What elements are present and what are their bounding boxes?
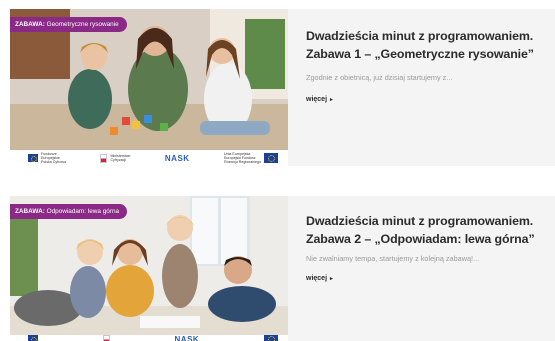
ministry-logo: Ministerstwo Cyfryzacji (100, 153, 130, 163)
eu-logo (263, 335, 278, 341)
post-thumbnail[interactable]: ZABAWA: Geometryczne rysowanie Fundusze … (10, 9, 288, 166)
polish-emblem-icon (102, 335, 110, 341)
read-more-label[interactable]: więcej (306, 275, 327, 282)
tag-text: Geometryczne rysowanie (44, 21, 119, 28)
post-card[interactable]: ZABAWA: Odpowiadam: lewa górna NASK Dwad… (10, 196, 555, 341)
post-content: Dwadzieścia minut z programowaniem. Zaba… (288, 196, 555, 341)
post-thumbnail[interactable]: ZABAWA: Odpowiadam: lewa górna NASK (10, 196, 288, 341)
read-more-link[interactable]: więcej ▸ (306, 96, 333, 103)
funding-logo-bar: NASK (10, 335, 288, 341)
chevron-right-icon: ▸ (330, 275, 333, 282)
eu-logo: Unia Europejska Europejski Fundusz Rozwo… (224, 152, 278, 164)
eu-flag-icon (264, 153, 278, 163)
post-title-line[interactable]: Dwadzieścia minut z programowaniem. (306, 27, 541, 45)
ministry-logo (102, 335, 110, 341)
post-title-line[interactable]: Zabawa 2 – „Odpowiadam: lewa górna” (306, 230, 541, 248)
post-excerpt: Nie zwalniamy tempa, startujemy z kolejn… (306, 254, 480, 263)
post-title-line[interactable]: Dwadzieścia minut z programowaniem. (306, 212, 541, 230)
post-title-line[interactable]: Zabawa 1 – „Geometryczne rysowanie” (306, 45, 541, 63)
tag-prefix: ZABAWA: (15, 208, 45, 215)
eu-funds-logo: Fundusze Europejskie Polska Cyfrowa (28, 152, 66, 164)
logo-text: Cyfryzacji (110, 158, 127, 162)
nask-logo: NASK (174, 335, 200, 341)
post-title[interactable]: Dwadzieścia minut z programowaniem. Zaba… (306, 212, 541, 248)
nask-logo: NASK (164, 153, 190, 163)
eu-funds-logo (28, 335, 38, 341)
chevron-right-icon: ▸ (330, 96, 333, 103)
funding-logo-bar: Fundusze Europejskie Polska Cyfrowa Mini… (10, 150, 288, 166)
post-title[interactable]: Dwadzieścia minut z programowaniem. Zaba… (306, 27, 541, 63)
polish-emblem-icon (100, 153, 108, 163)
logo-text: Rozwoju Regionalnego (224, 160, 261, 164)
post-category-tag: ZABAWA: Geometryczne rysowanie (10, 17, 127, 32)
tag-text: Odpowiadam: lewa górna (44, 208, 120, 215)
eu-flag-icon (263, 335, 278, 341)
post-category-tag: ZABAWA: Odpowiadam: lewa górna (10, 204, 128, 219)
logo-text: Polska Cyfrowa (41, 160, 66, 164)
read-more-label[interactable]: więcej (306, 96, 327, 103)
post-card[interactable]: ZABAWA: Geometryczne rysowanie Fundusze … (10, 9, 555, 166)
eu-stars-icon (28, 335, 38, 341)
read-more-link[interactable]: więcej ▸ (306, 275, 333, 282)
post-excerpt: Zgodnie z obietnicą, już dzisiaj startuj… (306, 73, 453, 82)
post-content: Dwadzieścia minut z programowaniem. Zaba… (288, 9, 555, 166)
tag-prefix: ZABAWA: (15, 21, 45, 28)
eu-stars-icon (28, 154, 38, 162)
